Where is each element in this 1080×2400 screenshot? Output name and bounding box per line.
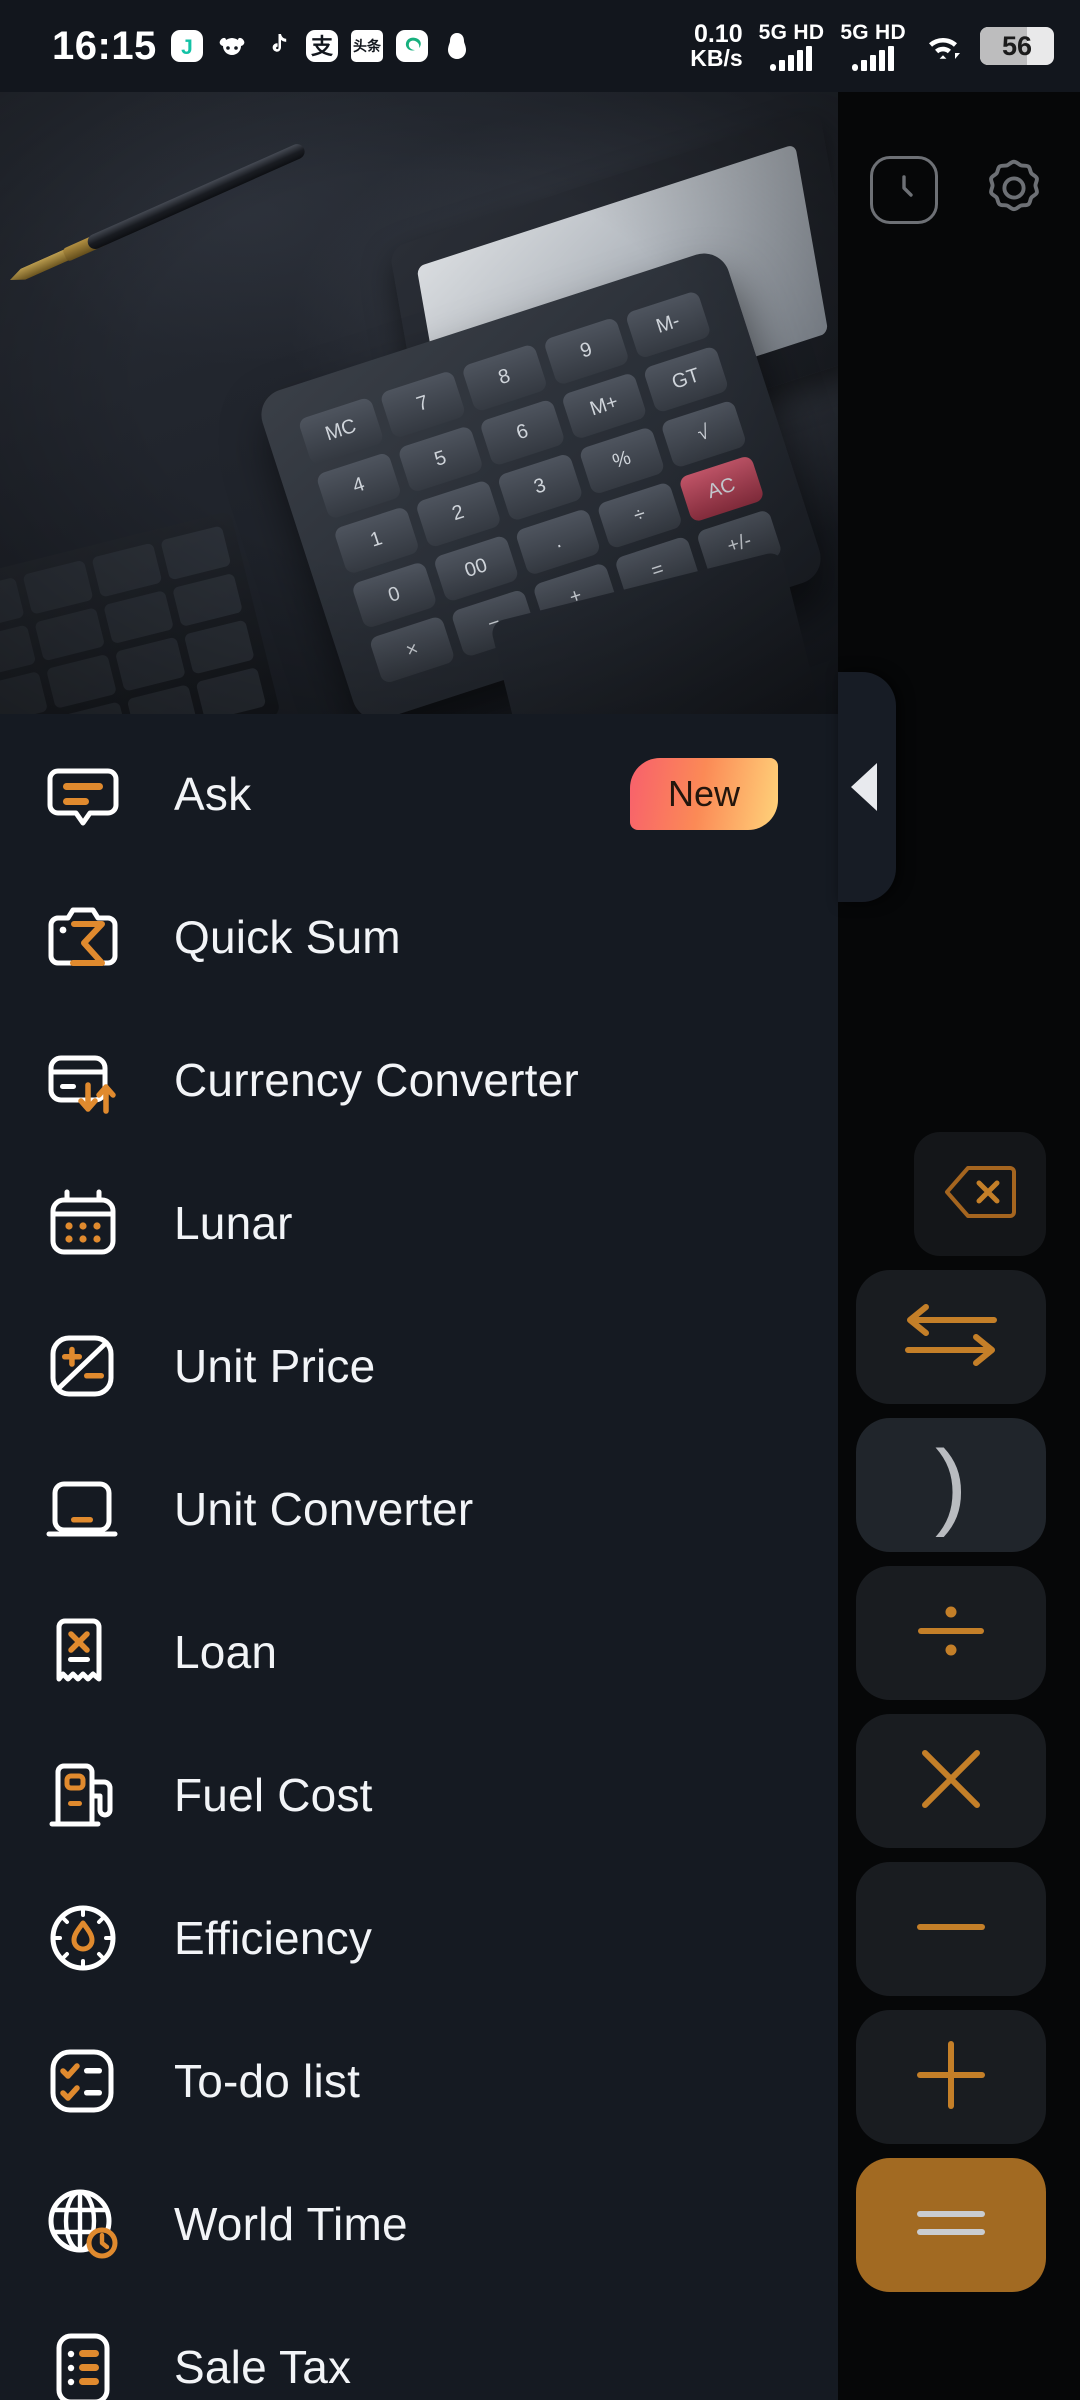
- chat-bubble-icon: [40, 751, 126, 837]
- minus-key[interactable]: [856, 1862, 1046, 1996]
- gear-icon: [978, 152, 1050, 229]
- menu-item-unit-price[interactable]: Unit Price: [0, 1294, 838, 1437]
- menu-item-efficiency[interactable]: Efficiency: [0, 1866, 838, 2009]
- menu-item-label: Efficiency: [174, 1911, 373, 1964]
- sim1-signal: 5G HD: [759, 21, 825, 71]
- side-drawer: MC789M- 456M+GT 123%√ 000.÷AC ×−+=+/-: [0, 92, 838, 2400]
- swap-arrows-icon: [898, 1298, 1004, 1377]
- hero-vignette: [0, 92, 838, 714]
- multiply-key[interactable]: [856, 1714, 1046, 1848]
- status-bar-left: 16:15 J 支 头条: [52, 24, 473, 69]
- calculator-keypad: ): [856, 1132, 1056, 2306]
- uc-browser-icon: [395, 30, 428, 62]
- settings-button[interactable]: [978, 154, 1050, 226]
- plus-icon: [911, 2035, 991, 2120]
- menu-item-ask[interactable]: Ask New: [0, 722, 838, 865]
- new-badge: New: [630, 757, 778, 830]
- menu-item-to-do-list[interactable]: To-do list: [0, 2009, 838, 2152]
- gauge-drop-icon: [40, 1895, 126, 1981]
- notification-icons: J 支 头条: [170, 30, 473, 62]
- battery-percent: 56: [1001, 30, 1033, 61]
- menu-item-quick-sum[interactable]: Quick Sum: [0, 865, 838, 1008]
- sim1-bars: [770, 46, 813, 71]
- menu-item-currency-converter[interactable]: Currency Converter: [0, 1008, 838, 1151]
- backspace-icon: [943, 1163, 1017, 1226]
- menu-item-label: Sale Tax: [174, 2340, 352, 2393]
- qq-penguin-icon: [441, 30, 473, 62]
- sim2-signal: 5G HD: [840, 21, 906, 71]
- monitor-icon: [40, 1466, 126, 1552]
- menu-item-label: Loan: [174, 1625, 278, 1678]
- checklist-icon: [40, 2038, 126, 2124]
- jd-app-icon: J: [170, 30, 203, 62]
- globe-clock-icon: [40, 2181, 126, 2267]
- svg-text:J: J: [181, 36, 193, 59]
- divide-icon: [908, 1595, 994, 1672]
- menu-item-fuel-cost[interactable]: Fuel Cost: [0, 1723, 838, 1866]
- divide-key[interactable]: [856, 1566, 1046, 1700]
- swap-key[interactable]: [856, 1270, 1046, 1404]
- camera-sigma-icon: [40, 894, 126, 980]
- drawer-menu: Ask New Quick Sum Currency Converter Lun…: [0, 714, 838, 2400]
- status-bar-right: 0.10 KB/s 5G HD 5G HD 56: [690, 21, 1054, 71]
- equals-key[interactable]: [856, 2158, 1046, 2292]
- phone-screen: 16:15 J 支 头条 0.10 KB/s 5G HD 5G HD 56) …: [0, 0, 1080, 2400]
- menu-item-label: To-do list: [174, 2054, 361, 2107]
- sim2-bars: [852, 46, 895, 71]
- sim1-label: 5G HD: [758, 21, 825, 44]
- menu-item-lunar[interactable]: Lunar: [0, 1151, 838, 1294]
- alipay-icon: 支: [305, 30, 338, 62]
- network-speed-value: 0.10: [693, 19, 743, 48]
- menu-item-world-time[interactable]: World Time: [0, 2152, 838, 2295]
- menu-item-unit-converter[interactable]: Unit Converter: [0, 1437, 838, 1580]
- card-exchange-icon: [40, 1037, 126, 1123]
- backspace-key[interactable]: [914, 1132, 1046, 1256]
- tiktok-icon: [261, 30, 293, 62]
- list-lines-icon: [40, 2324, 126, 2400]
- wifi-icon: [922, 29, 964, 63]
- menu-item-label: Currency Converter: [174, 1053, 579, 1106]
- plus-key[interactable]: [856, 2010, 1046, 2144]
- equals-icon: [909, 2201, 993, 2250]
- multiply-icon: [911, 1739, 991, 1824]
- svg-text:支: 支: [311, 34, 334, 59]
- menu-item-label: Ask: [174, 767, 252, 820]
- menu-item-loan[interactable]: Loan: [0, 1580, 838, 1723]
- plus-minus-slash-icon: [40, 1323, 126, 1409]
- menu-item-label: Fuel Cost: [174, 1768, 373, 1821]
- hero-image: MC789M- 456M+GT 123%√ 000.÷AC ×−+=+/-: [0, 92, 838, 714]
- menu-item-label: Unit Price: [174, 1339, 376, 1392]
- menu-item-label: World Time: [174, 2197, 408, 2250]
- menu-item-label: Unit Converter: [174, 1482, 474, 1535]
- calculator-top-actions: [870, 154, 1050, 226]
- fuel-pump-icon: [40, 1752, 126, 1838]
- toutiao-icon: 头条: [350, 30, 383, 62]
- clock-icon: [884, 168, 924, 213]
- svg-text:头条: 头条: [353, 38, 382, 54]
- history-button[interactable]: [870, 156, 938, 224]
- minus-icon: [911, 1915, 991, 1944]
- menu-item-sale-tax[interactable]: Sale Tax: [0, 2295, 838, 2400]
- battery-indicator: 56: [980, 27, 1054, 65]
- network-speed-unit: KB/s: [690, 45, 743, 72]
- menu-item-label: Quick Sum: [174, 910, 401, 963]
- sim2-label: 5G HD: [840, 21, 906, 44]
- status-bar-clock: 16:15: [52, 23, 157, 68]
- calendar-dots-icon: [40, 1180, 126, 1266]
- network-speed: 0.10 KB/s: [690, 19, 743, 72]
- status-bar: 16:15 J 支 头条 0.10 KB/s 5G HD 5G HD 56: [0, 0, 1080, 92]
- close-paren-label: ): [935, 1431, 967, 1538]
- receipt-x-icon: [40, 1609, 126, 1695]
- menu-item-label: Lunar: [174, 1196, 293, 1249]
- niu-app-icon: [216, 30, 248, 62]
- close-paren-key[interactable]: ): [856, 1418, 1046, 1552]
